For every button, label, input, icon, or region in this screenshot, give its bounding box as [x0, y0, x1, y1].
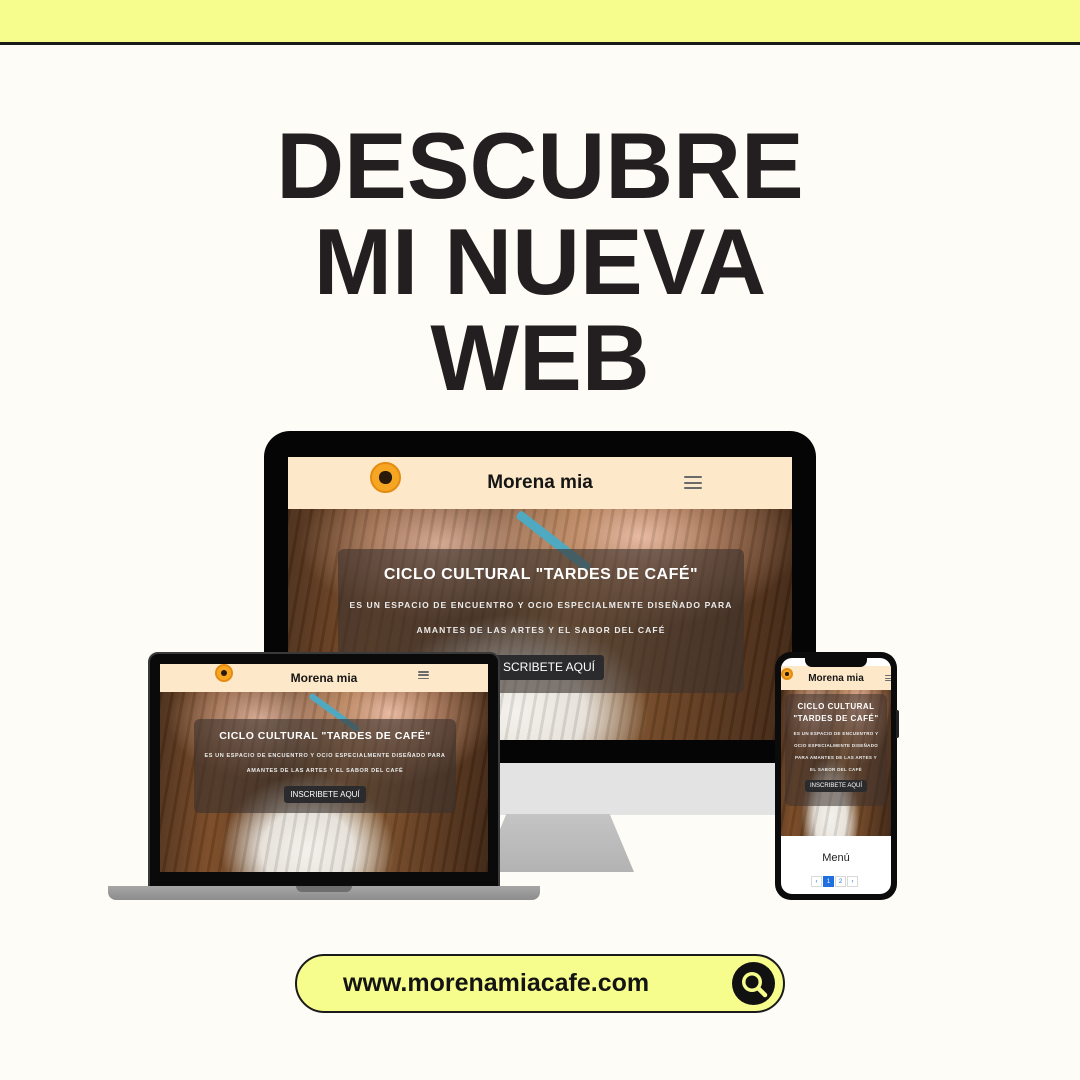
desktop-brand[interactable]: Morena mia: [487, 472, 593, 494]
cafe-logo-icon[interactable]: [781, 668, 793, 680]
phone-hero: CICLO CULTURAL "TARDES DE CAFÉ" ES UN ES…: [781, 690, 891, 836]
headline-line-3: WEB: [430, 305, 650, 410]
laptop-notch: [296, 886, 352, 892]
pager-next[interactable]: ›: [847, 876, 858, 887]
phone-hero-sub-4: EL SABOR DEL CAFÉ: [810, 767, 862, 772]
hamburger-menu-icon[interactable]: [885, 675, 891, 681]
cafe-logo-icon[interactable]: [215, 664, 233, 682]
laptop-hero-sub-1: ES UN ESPACIO DE ENCUENTRO Y OCIO ESPECI…: [204, 753, 446, 759]
desktop-nav: Morena mia: [288, 457, 792, 509]
phone-cta-button[interactable]: INSCRIBETE AQUÍ: [804, 780, 867, 792]
headline-line-1: DESCUBRE: [276, 113, 804, 218]
phone-notch: [805, 657, 867, 667]
phone-brand[interactable]: Morena mia: [808, 673, 864, 684]
phone-hero-title-1: CICLO CULTURAL: [797, 702, 875, 711]
phone-screen: Morena mia CICLO CULTURAL "TARDES DE CAF…: [781, 658, 891, 894]
cafe-logo-icon[interactable]: [370, 462, 401, 493]
pager-prev[interactable]: ‹: [811, 876, 822, 887]
phone-menu-label[interactable]: Menú: [781, 852, 891, 864]
desktop-cta-button[interactable]: SCRIBETE AQUÍ: [494, 655, 604, 680]
phone-side-button: [896, 710, 899, 738]
hamburger-menu-icon[interactable]: [684, 476, 702, 489]
laptop-hero-sub-2: AMANTES DE LAS ARTES Y EL SABOR DEL CAFÉ: [246, 768, 404, 774]
headline-line-2: MI NUEVA: [313, 209, 767, 314]
pager-page-1[interactable]: 1: [823, 876, 834, 887]
headline: DESCUBRE MI NUEVA WEB: [0, 118, 1080, 406]
desktop-hero-title: CICLO CULTURAL "TARDES DE CAFÉ": [383, 566, 699, 583]
desktop-hero-sub-2: AMANTES DE LAS ARTES Y EL SABOR DEL CAFÉ: [416, 625, 666, 635]
laptop-cta-button[interactable]: INSCRIBETE AQUÍ: [284, 786, 366, 803]
monitor-stand: [482, 814, 634, 872]
phone-pagination: ‹ 1 2 ›: [811, 876, 858, 887]
laptop-hero: CICLO CULTURAL "TARDES DE CAFÉ" ES UN ES…: [160, 692, 488, 872]
phone-hero-card: CICLO CULTURAL "TARDES DE CAFÉ" ES UN ES…: [785, 694, 887, 806]
phone-hero-title-2: "TARDES DE CAFÉ": [793, 714, 879, 723]
phone-hero-sub-3: PARA AMANTES DE LAS ARTES Y: [795, 755, 877, 760]
phone-hero-sub-1: ES UN ESPACIO DE ENCUENTRO Y: [793, 731, 879, 736]
laptop-hero-title: CICLO CULTURAL "TARDES DE CAFÉ": [219, 730, 431, 742]
phone-nav: Morena mia: [781, 666, 891, 690]
url-text[interactable]: www.morenamiacafe.com: [343, 969, 649, 998]
search-icon[interactable]: [732, 962, 775, 1005]
laptop-hero-card: CICLO CULTURAL "TARDES DE CAFÉ" ES UN ES…: [194, 719, 456, 813]
url-search-bar[interactable]: www.morenamiacafe.com: [295, 954, 785, 1013]
laptop-nav: Morena mia: [160, 664, 488, 692]
laptop-brand[interactable]: Morena mia: [291, 671, 358, 685]
desktop-hero-sub-1: ES UN ESPACIO DE ENCUENTRO Y OCIO ESPECI…: [349, 600, 733, 610]
pager-page-2[interactable]: 2: [835, 876, 846, 887]
top-accent-band: [0, 0, 1080, 45]
hamburger-menu-icon[interactable]: [418, 671, 429, 679]
phone-hero-sub-2: OCIO ESPECIALMENTE DISEÑADO: [793, 743, 879, 748]
